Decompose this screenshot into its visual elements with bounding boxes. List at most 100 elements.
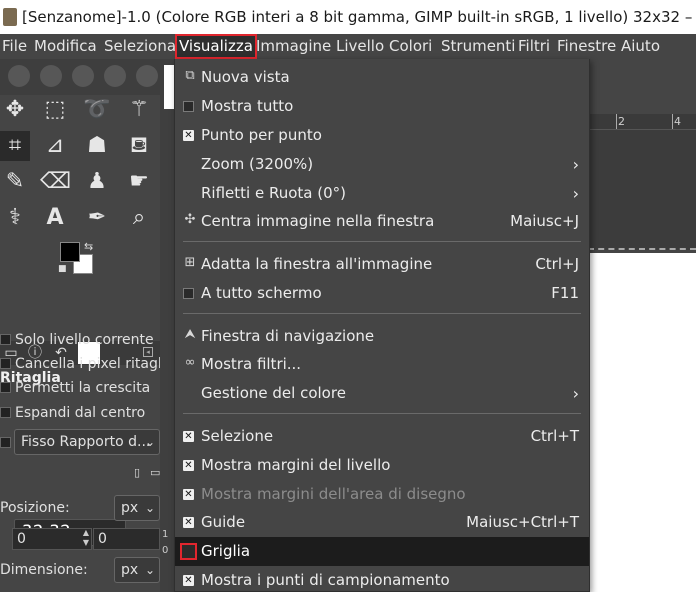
checkbox-unchecked-icon <box>183 288 194 299</box>
menu-item-selection[interactable]: ✕ Selezione Ctrl+T <box>175 422 589 451</box>
eraser-tool-icon[interactable]: ⌫ <box>40 167 71 197</box>
transform-tool-icon[interactable]: ⊿ <box>40 131 70 161</box>
menu-item-center-image[interactable]: ✣ Centra immagine nella finestra Maiusc+… <box>175 207 589 236</box>
bucket-fill-tool-icon[interactable]: ⛾ <box>124 131 154 161</box>
filters-icon: ∞ <box>184 355 196 370</box>
image-canvas[interactable] <box>588 253 696 592</box>
fixed-aspect-dropdown[interactable]: Fisso Rapporto d... ⌄ <box>14 429 160 455</box>
menu-item-display-filters[interactable]: ∞ Mostra filtri... <box>175 350 589 379</box>
vertical-ruler-tick: 0 <box>162 545 169 556</box>
size-label: Dimensione: <box>0 562 88 578</box>
menu-item-navigation-window[interactable]: ⮝ Finestra di navigazione <box>175 322 589 351</box>
position-x-input[interactable]: 0 ▲ ▼ <box>12 528 92 550</box>
swap-colors-icon[interactable]: ⇆ <box>84 240 93 253</box>
paths-tool-icon[interactable]: ⚕ <box>0 203 30 233</box>
position-unit-dropdown[interactable]: px ⌄ <box>114 495 160 521</box>
menu-colori[interactable]: Colori <box>389 34 432 59</box>
menu-item-zoom[interactable]: Zoom (3200%) › <box>175 150 589 179</box>
checkbox-checked-icon: ✕ <box>183 130 194 141</box>
paintbrush-tool-icon[interactable]: ✎ <box>0 167 30 197</box>
checkbox-checked-icon: ✕ <box>183 460 194 471</box>
menu-item-sample-points[interactable]: ✕ Mostra i punti di campionamento <box>175 566 589 592</box>
menu-item-layer-boundary[interactable]: ✕ Mostra margini del livello <box>175 451 589 480</box>
menu-seleziona[interactable]: Seleziona <box>104 34 176 59</box>
menu-immagine[interactable]: Immagine <box>256 34 331 59</box>
position-y-input[interactable]: 0 <box>93 528 160 550</box>
submenu-arrow-icon: › <box>572 184 579 203</box>
option-delete-cropped[interactable]: Cancella i pixel ritaglia <box>0 356 174 372</box>
fuzzy-select-tool-icon[interactable]: ⚚ <box>124 95 154 125</box>
menu-visualizza[interactable]: Visualizza <box>175 34 257 59</box>
submenu-arrow-icon: › <box>572 155 579 174</box>
option-current-layer-only[interactable]: Solo livello corrente <box>0 332 154 348</box>
ruler-label: 2 <box>618 115 625 128</box>
checkbox-icon[interactable] <box>0 334 11 345</box>
chevron-down-icon: ⌄ <box>144 563 155 577</box>
option-allow-growing[interactable]: Permetti la crescita <box>0 380 150 396</box>
move-tool-icon[interactable]: ✥ <box>0 95 30 125</box>
menu-item-color-management[interactable]: Gestione del colore › <box>175 379 589 408</box>
menu-item-dot-for-dot[interactable]: ✕ Punto per punto <box>175 121 589 150</box>
gimp-app-icon <box>3 8 17 26</box>
menu-item-fullscreen[interactable]: A tutto schermo F11 <box>175 279 589 308</box>
option-expand-center[interactable]: Espandi dal centro <box>0 405 145 421</box>
option-fixed-checkbox[interactable] <box>0 435 15 451</box>
text-tool-icon[interactable]: A <box>40 203 70 233</box>
window-title: [Senzanome]-1.0 (Colore RGB interi a 8 b… <box>22 8 696 26</box>
portrait-icon[interactable]: ▯ <box>134 466 140 479</box>
smudge-tool-icon[interactable]: ☛ <box>124 167 154 197</box>
spin-arrows-icon[interactable]: ▲ ▼ <box>83 528 89 548</box>
checkbox-checked-icon: ✕ <box>183 575 194 586</box>
checkbox-checked-icon: ✕ <box>183 431 194 442</box>
wilber-drop-area <box>0 59 160 95</box>
ruler-label: 4 <box>674 115 681 128</box>
menu-strumenti[interactable]: Strumenti <box>441 34 515 59</box>
checkbox-icon[interactable] <box>0 382 11 393</box>
color-picker-tool-icon[interactable]: ✒ <box>82 203 112 233</box>
toolbox: ✥ ⬚ ➰ ⚚ ⌗ ⊿ ☗ ⛾ ✎ ⌫ ♟ ☛ ⚕ A ✒ ⌕ ⇆ ■ ▭ ⓘ … <box>0 59 174 592</box>
landscape-icon[interactable]: ▭ <box>150 466 160 479</box>
chevron-down-icon: ⌄ <box>144 501 155 515</box>
menu-modifica[interactable]: Modifica <box>34 34 97 59</box>
checkbox-unchecked-icon <box>180 543 197 560</box>
navigation-icon: ⮝ <box>184 327 196 342</box>
menu-aiuto[interactable]: Aiuto <box>621 34 660 59</box>
menu-item-grid[interactable]: Griglia <box>175 537 589 566</box>
crop-tool-icon[interactable]: ⌗ <box>0 131 30 161</box>
checkbox-icon[interactable] <box>0 358 11 369</box>
lasso-tool-icon[interactable]: ➰ <box>82 95 112 125</box>
center-icon: ✣ <box>184 212 196 227</box>
canvas-padding <box>588 130 696 250</box>
reset-colors-icon[interactable]: ■ <box>58 264 67 274</box>
zoom-tool-icon[interactable]: ⌕ <box>124 203 154 233</box>
menu-finestre[interactable]: Finestre <box>557 34 616 59</box>
checkbox-checked-icon: ✕ <box>183 517 194 528</box>
checkbox-checked-icon: ✕ <box>183 489 194 500</box>
chevron-down-icon: ⌄ <box>144 435 155 449</box>
checkbox-icon[interactable] <box>0 437 11 448</box>
menu-livello[interactable]: Livello <box>336 34 384 59</box>
position-label: Posizione: <box>0 500 70 516</box>
size-unit-dropdown[interactable]: px ⌄ <box>114 557 160 583</box>
menu-item-fit-window[interactable]: ⊞ Adatta la finestra all'immagine Ctrl+J <box>175 250 589 279</box>
menu-item-guides[interactable]: ✕ Guide Maiusc+Ctrl+T <box>175 508 589 537</box>
menu-item-show-all[interactable]: Mostra tutto <box>175 92 589 121</box>
menu-item-canvas-boundary[interactable]: ✕ Mostra margini dell'area di disegno <box>175 480 589 509</box>
title-bar: [Senzanome]-1.0 (Colore RGB interi a 8 b… <box>0 0 696 34</box>
checkbox-icon[interactable] <box>0 407 11 418</box>
menu-separator <box>183 313 581 314</box>
rect-select-tool-icon[interactable]: ⬚ <box>40 95 70 125</box>
foreground-color-swatch[interactable] <box>60 242 80 262</box>
menu-filtri[interactable]: Filtri <box>518 34 550 59</box>
menu-file[interactable]: File <box>2 34 27 59</box>
clone-tool-icon[interactable]: ♟ <box>82 167 112 197</box>
view-menu: ⧉ Nuova vista Mostra tutto ✕ Punto per p… <box>174 59 590 592</box>
menu-separator <box>183 413 581 414</box>
vertical-ruler-tick: 1 <box>162 529 169 540</box>
menu-item-flip-rotate[interactable]: Rifletti e Ruota (0°) › <box>175 179 589 208</box>
new-view-icon: ⧉ <box>185 68 195 83</box>
checkbox-unchecked-icon <box>183 101 194 112</box>
menu-item-new-view[interactable]: ⧉ Nuova vista <box>175 63 589 92</box>
warp-tool-icon[interactable]: ☗ <box>82 131 112 161</box>
horizontal-ruler: 2 4 <box>588 114 696 130</box>
